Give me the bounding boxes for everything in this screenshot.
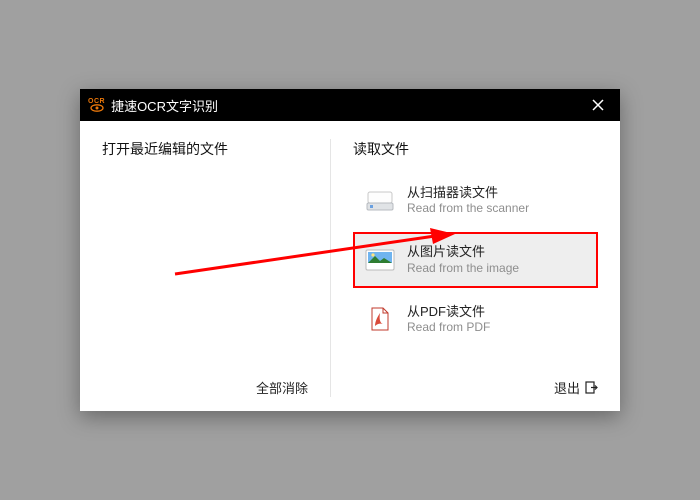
app-logo: OCR — [88, 98, 105, 112]
exit-icon — [585, 381, 598, 394]
option-subtitle: Read from the scanner — [407, 201, 529, 216]
close-icon — [592, 99, 604, 111]
image-icon — [365, 247, 395, 273]
option-subtitle: Read from the image — [407, 261, 519, 276]
read-from-image-option[interactable]: 从图片读文件 Read from the image — [353, 232, 598, 287]
option-title: 从PDF读文件 — [407, 304, 490, 320]
exit-button[interactable]: 退出 — [554, 378, 598, 397]
read-from-scanner-option[interactable]: 从扫描器读文件 Read from the scanner — [353, 177, 598, 224]
read-file-heading: 读取文件 — [353, 139, 598, 159]
dialog-content: 打开最近编辑的文件 全部消除 读取文件 从 — [80, 121, 620, 411]
read-options-list: 从扫描器读文件 Read from the scanner — [353, 177, 598, 343]
window-title: 捷速OCR文字识别 — [111, 96, 218, 115]
titlebar: OCR 捷速OCR文字识别 — [80, 89, 620, 121]
read-file-panel: 读取文件 从扫描器读文件 Read from the scanner — [331, 121, 620, 411]
option-title: 从扫描器读文件 — [407, 185, 529, 201]
close-button[interactable] — [576, 89, 620, 121]
read-from-pdf-option[interactable]: 从PDF读文件 Read from PDF — [353, 296, 598, 343]
exit-label: 退出 — [554, 378, 580, 397]
clear-all-button[interactable]: 全部消除 — [256, 378, 308, 397]
scanner-icon — [365, 188, 395, 214]
option-title: 从图片读文件 — [407, 244, 519, 260]
recent-files-panel: 打开最近编辑的文件 全部消除 — [80, 121, 330, 411]
recent-files-heading: 打开最近编辑的文件 — [102, 139, 308, 159]
option-subtitle: Read from PDF — [407, 320, 490, 335]
clear-all-label: 全部消除 — [256, 378, 308, 397]
pdf-icon — [365, 306, 395, 332]
ocr-start-dialog: OCR 捷速OCR文字识别 打开最近编辑的文件 全部消除 读取 — [80, 89, 620, 411]
